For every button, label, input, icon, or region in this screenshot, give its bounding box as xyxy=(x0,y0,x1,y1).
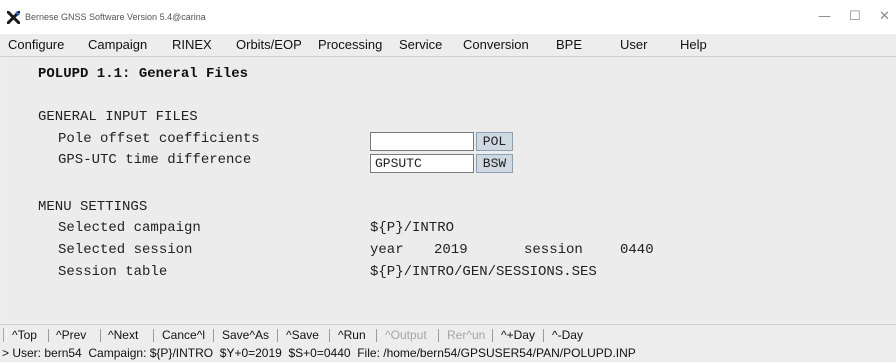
toolbar-separator xyxy=(277,329,278,342)
pole-select-button[interactable]: POL xyxy=(476,132,513,151)
session-value: 0440 xyxy=(620,242,654,258)
close-icon[interactable]: ✕ xyxy=(879,9,890,24)
toolbar-separator xyxy=(100,329,101,342)
gpsutc-input[interactable] xyxy=(370,154,474,173)
selected-session-label: Selected session xyxy=(58,242,193,258)
minus-day-button[interactable]: ^-Day xyxy=(552,328,583,342)
menu-campaign[interactable]: Campaign xyxy=(88,37,147,52)
menu-conversion[interactable]: Conversion xyxy=(463,37,529,52)
prev-button[interactable]: ^Prev xyxy=(56,328,86,342)
output-button[interactable]: ^Output xyxy=(385,328,427,342)
window-title: Bernese GNSS Software Version 5.4@carina xyxy=(25,12,206,22)
toolbar-separator xyxy=(438,329,439,342)
bsw-select-button[interactable]: BSW xyxy=(476,154,513,173)
next-button[interactable]: ^Next xyxy=(108,328,138,342)
save-as-button[interactable]: Save^As xyxy=(222,328,269,342)
toolbar-separator xyxy=(213,329,214,342)
toolbar-separator xyxy=(329,329,330,342)
toolbar-grip xyxy=(3,328,7,342)
top-button[interactable]: ^Top xyxy=(12,328,37,342)
save-button[interactable]: ^Save xyxy=(286,328,319,342)
general-input-header: GENERAL INPUT FILES xyxy=(38,109,198,125)
bottom-toolbar: ^Top ^Prev ^Next Cance^l Save^As ^Save ^… xyxy=(0,324,896,346)
status-bar: > User: bern54 Campaign: ${P}/INTRO $Y+0… xyxy=(0,345,896,362)
pole-offset-input[interactable] xyxy=(370,132,474,151)
gpsutc-label: GPS-UTC time difference xyxy=(58,152,252,168)
minimize-icon[interactable]: — xyxy=(818,9,831,24)
year-value: 2019 xyxy=(434,242,468,258)
toolbar-separator xyxy=(543,329,544,342)
session-table-label: Session table xyxy=(58,264,168,280)
input-panel: POLUPD 1.1: General Files GENERAL INPUT … xyxy=(7,57,896,322)
menu-orbits-eop[interactable]: Orbits/EOP xyxy=(236,37,302,52)
toolbar-separator xyxy=(492,329,493,342)
menu-service[interactable]: Service xyxy=(399,37,442,52)
bernese-x-logo-icon xyxy=(7,11,20,24)
selected-campaign-value: ${P}/INTRO xyxy=(370,220,455,236)
toolbar-separator xyxy=(48,329,49,342)
pole-offset-label: Pole offset coefficients xyxy=(58,131,260,147)
cancel-button[interactable]: Cance^l xyxy=(162,328,205,342)
menu-bpe[interactable]: BPE xyxy=(556,37,582,52)
menu-help[interactable]: Help xyxy=(680,37,707,52)
selected-campaign-label: Selected campaign xyxy=(58,220,201,236)
plus-day-button[interactable]: ^+Day xyxy=(501,328,535,342)
menu-user[interactable]: User xyxy=(620,37,647,52)
rerun-button[interactable]: Rer^un xyxy=(447,328,485,342)
toolbar-separator xyxy=(376,329,377,342)
session-word: session xyxy=(524,242,583,258)
status-text: > User: bern54 Campaign: ${P}/INTRO $Y+0… xyxy=(2,346,636,360)
year-label: year xyxy=(370,242,404,258)
maximize-icon[interactable]: ☐ xyxy=(849,9,861,24)
menu-rinex[interactable]: RINEX xyxy=(172,37,212,52)
menu-processing[interactable]: Processing xyxy=(318,37,382,52)
toolbar-separator xyxy=(153,329,154,342)
menu-bar: Configure Campaign RINEX Orbits/EOP Proc… xyxy=(0,34,896,57)
session-table-value: ${P}/INTRO/GEN/SESSIONS.SES xyxy=(370,264,597,280)
run-button[interactable]: ^Run xyxy=(338,328,366,342)
panel-title: POLUPD 1.1: General Files xyxy=(38,66,249,82)
menu-settings-header: MENU SETTINGS xyxy=(38,199,148,215)
menu-configure[interactable]: Configure xyxy=(8,37,64,52)
window-titlebar: Bernese GNSS Software Version 5.4@carina… xyxy=(0,0,896,34)
